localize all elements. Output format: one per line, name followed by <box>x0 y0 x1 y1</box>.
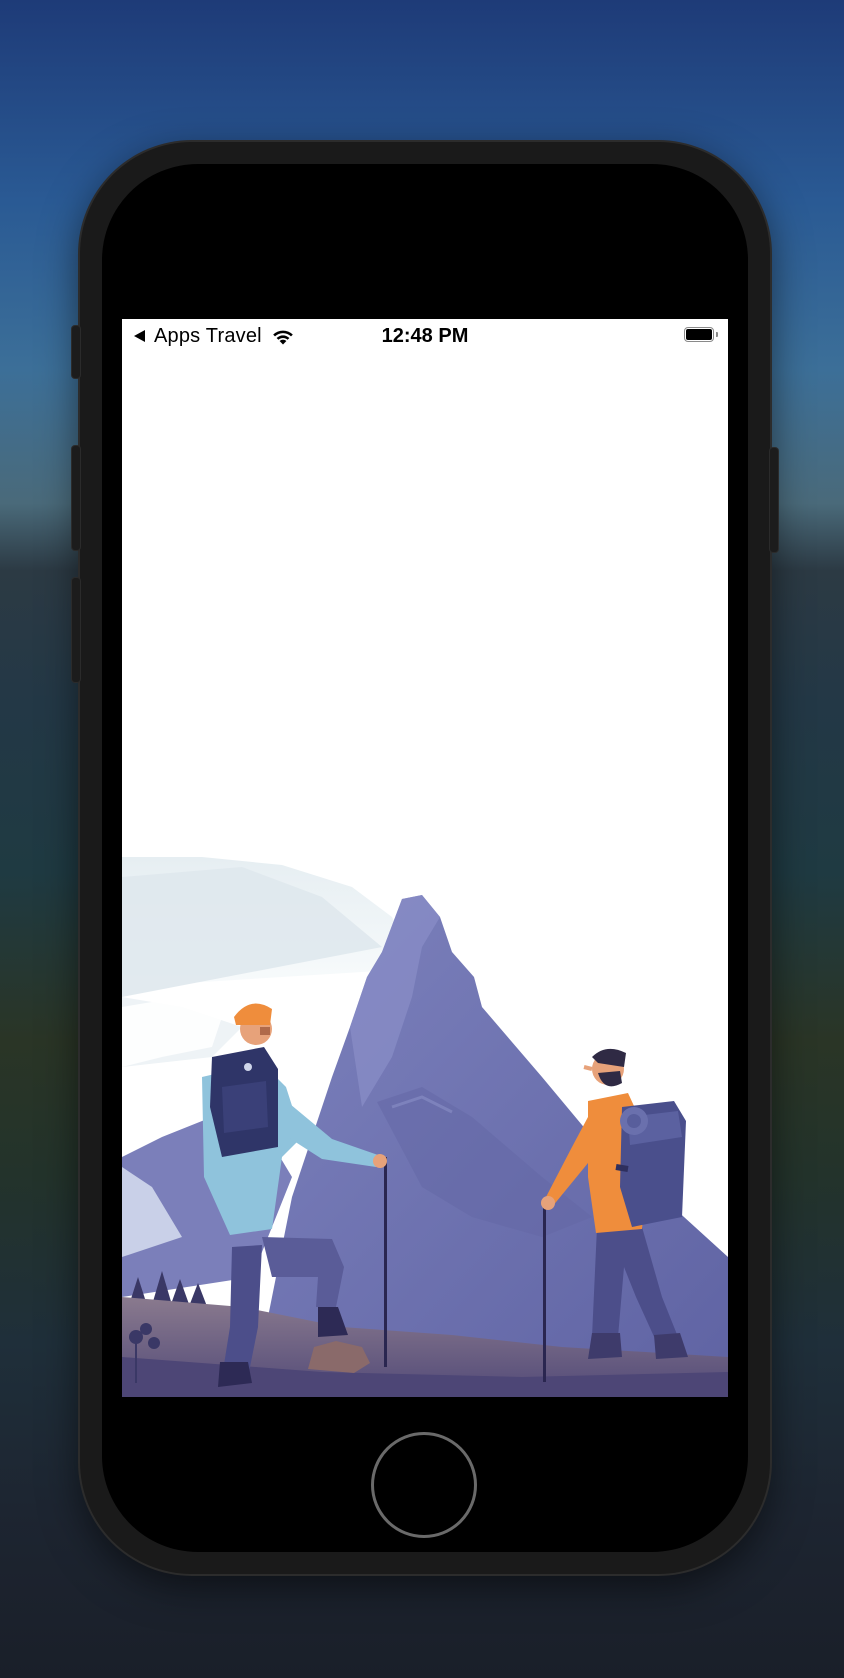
battery-icon <box>684 327 718 344</box>
silent-switch <box>72 326 80 378</box>
home-button[interactable] <box>371 1432 477 1538</box>
power-button <box>770 448 778 552</box>
status-bar: Apps Travel 12:48 PM <box>122 319 728 353</box>
volume-up-button <box>72 446 80 550</box>
status-time: 12:48 PM <box>381 325 469 347</box>
battery-level-fill <box>686 329 712 340</box>
volume-down-button <box>72 578 80 682</box>
hikers-mountain-illustration <box>122 857 728 1397</box>
app-screen: Apps Travel 12:48 PM <box>122 319 728 1397</box>
